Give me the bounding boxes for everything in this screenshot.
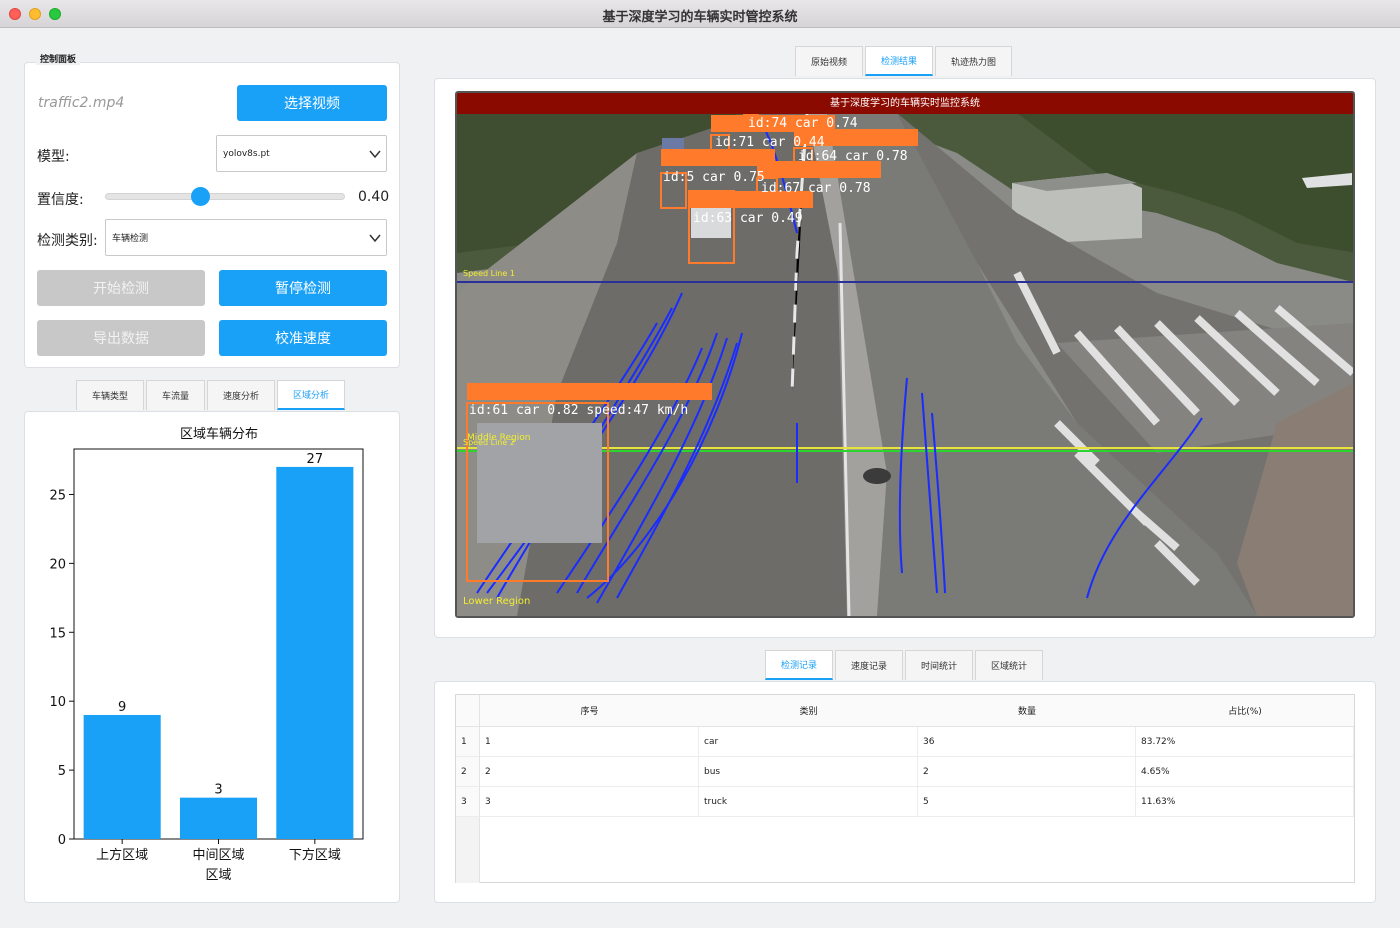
video-frame: [457, 93, 1353, 616]
confidence-value: 0.40: [358, 189, 390, 205]
table-cell[interactable]: bus: [699, 757, 918, 787]
current-file-name: traffic2.mp4: [38, 95, 125, 111]
tab-time-statistics[interactable]: 时间统计: [905, 650, 973, 680]
table-cell[interactable]: 2: [918, 757, 1136, 787]
title-bar: 基于深度学习的车辆实时管控系统: [0, 0, 1400, 28]
x-tick-label: 下方区域: [289, 847, 341, 863]
detection-label: id:63 car 0.49: [693, 211, 803, 226]
confidence-label: 置信度:: [37, 192, 84, 208]
tab-region-statistics[interactable]: 区域统计: [975, 650, 1043, 680]
bar-value-label: 3: [214, 783, 222, 798]
category-label: 检测类别:: [37, 233, 98, 249]
model-label: 模型:: [37, 149, 70, 165]
tab-traffic-flow[interactable]: 车流量: [146, 380, 205, 410]
column-header-percentage[interactable]: 占比(%): [1136, 695, 1354, 727]
bar: [83, 714, 161, 839]
tab-vehicle-type[interactable]: 车辆类型: [76, 380, 144, 410]
y-tick-label: 20: [49, 557, 66, 572]
y-tick-label: 25: [49, 488, 66, 503]
row-number[interactable]: 2: [456, 757, 480, 787]
table-cell[interactable]: 5: [918, 787, 1136, 817]
tab-region-analysis[interactable]: 区域分析: [277, 380, 345, 410]
speed-line-label: Speed Line 2: [463, 438, 515, 447]
detection-label: id:67 car 0.78: [761, 181, 871, 196]
table-cell[interactable]: 36: [918, 727, 1136, 757]
bar-series: 9 3 27: [83, 452, 354, 839]
y-axis: 0 5 10 15 20 25: [49, 488, 74, 848]
x-tick-label: 上方区域: [96, 847, 148, 863]
y-tick-label: 15: [49, 626, 66, 641]
model-select-value: yolov8s.pt: [223, 148, 270, 159]
y-tick-label: 0: [58, 833, 66, 848]
chevron-down-icon: [369, 234, 381, 242]
table-cell[interactable]: 3: [480, 787, 699, 817]
speed-line-label: Speed Line 1: [463, 269, 515, 278]
bar-value-label: 9: [118, 700, 126, 715]
video-overlay-title: 基于深度学习的车辆实时监控系统: [457, 93, 1353, 114]
table-cell[interactable]: 1: [480, 727, 699, 757]
tab-speed-records[interactable]: 速度记录: [835, 650, 903, 680]
table-cell[interactable]: car: [699, 727, 918, 757]
select-video-button[interactable]: 选择视频: [237, 85, 387, 121]
category-select-value: 车辆检测: [112, 234, 149, 244]
column-header-index[interactable]: 序号: [480, 695, 699, 727]
region-label: Lower Region: [463, 596, 531, 607]
window-title: 基于深度学习的车辆实时管控系统: [602, 10, 798, 25]
row-header-filler: [456, 817, 480, 883]
detection-video-view[interactable]: 基于深度学习的车辆实时监控系统 id:74 car 0.74 id:71 car…: [455, 91, 1355, 618]
y-tick-label: 10: [49, 695, 66, 710]
tab-detection-result[interactable]: 检测结果: [865, 46, 933, 76]
region-distribution-chart: 区域车辆分布 0 5 10 15 20 25 9 3 27 上方区域 中间区域区域 下方区域: [49, 426, 364, 883]
tab-detection-records[interactable]: 检测记录: [765, 650, 833, 680]
detection-label: id:64 car 0.78: [798, 149, 908, 164]
category-select[interactable]: 车辆检测: [105, 219, 387, 256]
table-cell[interactable]: 83.72%: [1136, 727, 1354, 757]
confidence-slider-track[interactable]: [105, 193, 345, 200]
detection-records-table: 序号 类别 数量 占比(%) 1 1 car 36 83.72% 2 2 bus…: [455, 694, 1355, 883]
row-number[interactable]: 1: [456, 727, 480, 757]
table-cell[interactable]: 4.65%: [1136, 757, 1354, 787]
bar: [179, 797, 258, 839]
table-cell[interactable]: 2: [480, 757, 699, 787]
detection-label: id:74 car 0.74: [748, 116, 858, 131]
bar-value-label: 27: [307, 452, 324, 467]
confidence-slider-handle[interactable]: [191, 187, 210, 206]
chart-title: 区域车辆分布: [180, 426, 258, 442]
model-select[interactable]: yolov8s.pt: [216, 135, 387, 172]
start-detection-button[interactable]: 开始检测: [37, 270, 205, 306]
column-header-count[interactable]: 数量: [918, 695, 1136, 727]
detection-label: id:71 car 0.44: [715, 135, 825, 150]
table-cell[interactable]: 11.63%: [1136, 787, 1354, 817]
x-axis: 上方区域 中间区域区域 下方区域: [96, 839, 341, 883]
detection-label: id:5 car 0.75: [663, 170, 765, 185]
x-tick-label: 中间区域区域: [192, 848, 244, 883]
chevron-down-icon: [369, 150, 381, 158]
tab-original-video[interactable]: 原始视频: [795, 46, 863, 76]
y-tick-label: 5: [58, 764, 66, 779]
row-number[interactable]: 3: [456, 787, 480, 817]
calibrate-speed-button[interactable]: 校准速度: [219, 320, 387, 356]
control-panel-title: 控制面板: [36, 52, 81, 65]
tab-speed-analysis[interactable]: 速度分析: [207, 380, 275, 410]
export-data-button[interactable]: 导出数据: [37, 320, 205, 356]
column-header-category[interactable]: 类别: [699, 695, 918, 727]
bar: [276, 466, 354, 839]
table-corner: [456, 695, 480, 727]
detection-label: id:61 car 0.82 speed:47 km/h: [469, 403, 689, 418]
tab-trajectory-heatmap[interactable]: 轨迹热力图: [935, 46, 1012, 76]
pause-detection-button[interactable]: 暂停检测: [219, 270, 387, 306]
table-cell[interactable]: truck: [699, 787, 918, 817]
